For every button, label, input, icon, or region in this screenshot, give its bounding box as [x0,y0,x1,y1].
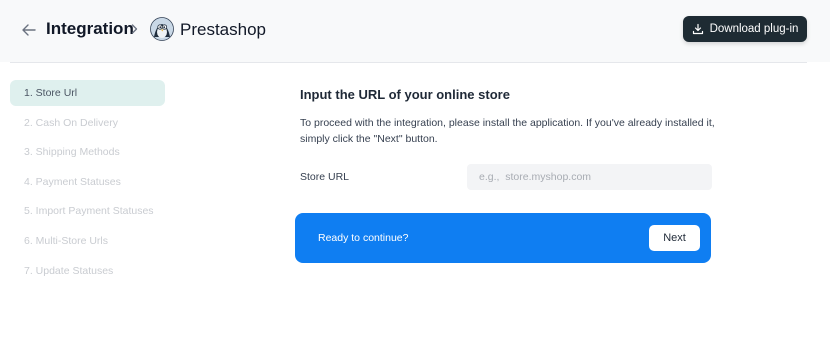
step-update-statuses[interactable]: 7. Update Statuses [10,258,165,284]
arrow-left-icon [22,24,36,36]
steps-nav: 1. Store Url 2. Cash On Delivery 3. Ship… [10,80,165,287]
step-cash-on-delivery[interactable]: 2. Cash On Delivery [10,110,165,136]
section-description: To proceed with the integration, please … [300,117,715,145]
store-url-label: Store URL [300,171,350,183]
prestashop-logo [150,17,174,41]
step-import-payment-statuses[interactable]: 5. Import Payment Statuses [10,198,165,224]
step-payment-statuses[interactable]: 4. Payment Statuses [10,169,165,195]
store-url-input[interactable] [467,164,712,190]
continue-banner-text: Ready to continue? [318,232,409,244]
platform-name: Prestashop [180,20,266,39]
header-divider [10,62,807,63]
section-title: Input the URL of your online store [300,87,510,102]
download-plugin-label: Download plug-in [709,23,799,35]
step-shipping-methods[interactable]: 3. Shipping Methods [10,139,165,165]
chevron-right-icon [127,21,141,37]
step-multi-store-urls[interactable]: 6. Multi-Store Urls [10,228,165,254]
page-title: Integration [46,19,134,38]
next-button[interactable]: Next [649,225,700,251]
download-plugin-button[interactable]: Download plug-in [683,16,807,42]
download-icon [692,23,704,35]
back-button[interactable] [18,19,40,41]
continue-banner: Ready to continue? Next [295,213,711,263]
step-store-url[interactable]: 1. Store Url [10,80,165,106]
